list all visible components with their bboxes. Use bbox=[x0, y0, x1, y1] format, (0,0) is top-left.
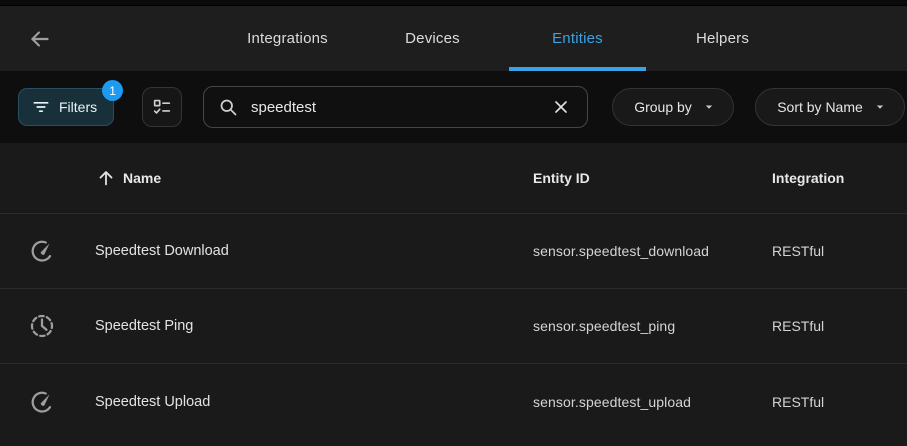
filters-button[interactable]: Filters 1 bbox=[18, 88, 114, 126]
config-tabs: Integrations Devices Entities Helpers bbox=[215, 6, 795, 71]
column-header-label: Integration bbox=[772, 170, 844, 186]
column-header-entity-id[interactable]: Entity ID bbox=[533, 170, 772, 186]
column-header-integration[interactable]: Integration bbox=[772, 170, 907, 186]
entity-integration: RESTful bbox=[772, 318, 907, 334]
speedometer-icon bbox=[0, 236, 83, 266]
table-header-row: Name Entity ID Integration bbox=[0, 143, 907, 214]
filter-variant-icon bbox=[31, 97, 51, 117]
entities-toolbar: Filters 1 Group by bbox=[0, 71, 907, 143]
search-field[interactable] bbox=[203, 86, 588, 128]
table-row-speedtest-upload[interactable]: Speedtest Upload sensor.speedtest_upload… bbox=[0, 364, 907, 439]
entity-id: sensor.speedtest_download bbox=[533, 243, 772, 259]
tab-label: Devices bbox=[405, 30, 460, 47]
back-button[interactable] bbox=[24, 23, 56, 55]
entity-name: Speedtest Ping bbox=[83, 318, 533, 334]
clear-search-button[interactable] bbox=[547, 93, 575, 121]
tab-entities[interactable]: Entities bbox=[505, 6, 650, 71]
column-header-label: Entity ID bbox=[533, 170, 590, 186]
tab-integrations[interactable]: Integrations bbox=[215, 6, 360, 71]
close-icon bbox=[551, 97, 571, 117]
entities-table: Name Entity ID Integration Speedtest Dow… bbox=[0, 143, 907, 446]
group-by-label: Group by bbox=[634, 99, 692, 115]
tab-helpers[interactable]: Helpers bbox=[650, 6, 795, 71]
select-entities-button[interactable] bbox=[142, 87, 182, 127]
entity-integration: RESTful bbox=[772, 394, 907, 410]
table-row-speedtest-ping[interactable]: Speedtest Ping sensor.speedtest_ping RES… bbox=[0, 289, 907, 364]
tab-devices[interactable]: Devices bbox=[360, 6, 505, 71]
caret-down-icon bbox=[873, 100, 887, 114]
entity-id: sensor.speedtest_ping bbox=[533, 318, 772, 334]
search-icon bbox=[218, 97, 239, 118]
group-by-dropdown[interactable]: Group by bbox=[612, 88, 734, 126]
entity-name: Speedtest Download bbox=[83, 243, 533, 259]
filters-button-label: Filters bbox=[59, 99, 97, 115]
column-header-name[interactable]: Name bbox=[83, 167, 533, 189]
progress-clock-icon bbox=[0, 311, 83, 341]
tab-label: Helpers bbox=[696, 30, 749, 47]
table-row-speedtest-download[interactable]: Speedtest Download sensor.speedtest_down… bbox=[0, 214, 907, 289]
sort-by-dropdown[interactable]: Sort by Name bbox=[755, 88, 905, 126]
search-input[interactable] bbox=[251, 99, 535, 116]
entity-id: sensor.speedtest_upload bbox=[533, 394, 772, 410]
arrow-up-icon bbox=[95, 167, 117, 189]
arrow-left-icon bbox=[27, 26, 53, 52]
filters-count-badge: 1 bbox=[102, 80, 123, 101]
caret-down-icon bbox=[702, 100, 716, 114]
entity-integration: RESTful bbox=[772, 243, 907, 259]
entity-name: Speedtest Upload bbox=[83, 394, 533, 410]
sort-by-label: Sort by Name bbox=[777, 99, 863, 115]
speedometer-icon bbox=[0, 387, 83, 417]
format-list-checks-icon bbox=[151, 96, 173, 118]
top-nav-bar: Integrations Devices Entities Helpers bbox=[0, 6, 907, 71]
column-header-label: Name bbox=[123, 170, 161, 186]
tab-label: Entities bbox=[552, 30, 603, 47]
tab-label: Integrations bbox=[247, 30, 328, 47]
